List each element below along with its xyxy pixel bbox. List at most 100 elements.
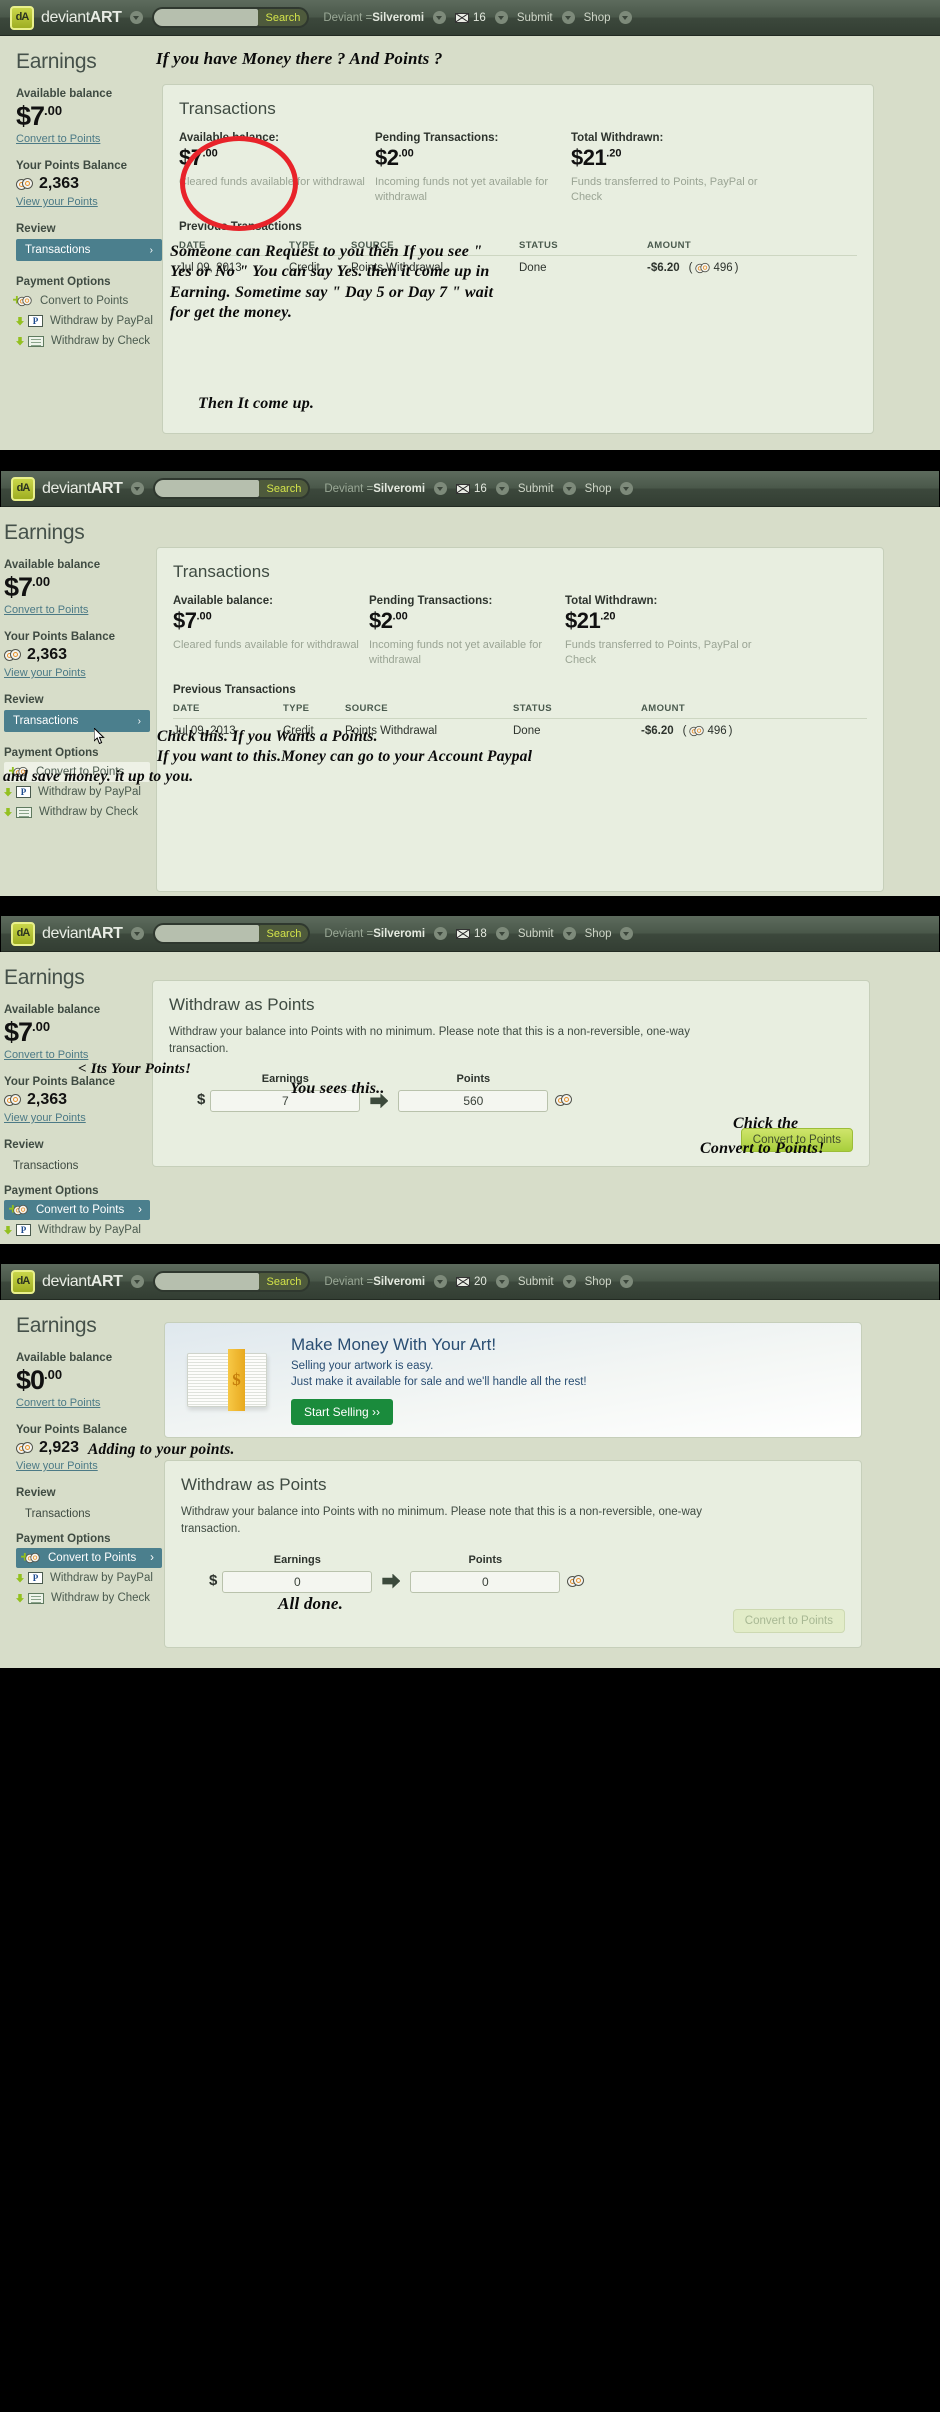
submit-link[interactable]: Submit (518, 483, 554, 495)
user-dropdown-icon[interactable] (434, 482, 448, 495)
user-dropdown-icon[interactable] (434, 1275, 448, 1288)
deviant-user-label[interactable]: Deviant = Silveromi (324, 928, 425, 940)
mail-icon[interactable] (455, 12, 470, 23)
submit-dropdown-icon[interactable] (562, 927, 576, 940)
site-wordmark[interactable]: deviantART (41, 9, 122, 27)
messages-dropdown-icon[interactable] (495, 1275, 509, 1288)
shop-link[interactable]: Shop (585, 928, 612, 940)
shop-dropdown-icon[interactable] (620, 927, 634, 940)
earnings-input[interactable] (222, 1570, 373, 1593)
mail-icon[interactable] (456, 1276, 471, 1287)
mail-icon[interactable] (456, 483, 471, 494)
points-input[interactable] (398, 1090, 549, 1113)
shop-dropdown-icon[interactable] (620, 1275, 634, 1288)
search-input[interactable] (154, 9, 259, 26)
mail-icon[interactable] (456, 928, 471, 939)
shop-dropdown-icon[interactable] (620, 482, 634, 495)
view-your-points-link[interactable]: View your Points (16, 1460, 162, 1472)
logo-glyph: dA (16, 482, 31, 494)
points-input[interactable] (410, 1570, 561, 1593)
sidebar-item-transactions[interactable]: Transactions (4, 1155, 162, 1177)
logo-dropdown-icon[interactable] (131, 927, 145, 940)
view-your-points-link[interactable]: View your Points (16, 196, 162, 208)
deviant-user-label[interactable]: Deviant = Silveromi (324, 1276, 425, 1288)
deviant-user-label[interactable]: Deviant = Silveromi (324, 483, 425, 495)
sidebar-item-paypal-label: Withdraw by PayPal (50, 315, 153, 327)
submit-link[interactable]: Submit (517, 12, 553, 24)
mouse-cursor (94, 728, 105, 745)
sidebar-item-withdraw-paypal[interactable]: P Withdraw by PayPal (4, 1220, 162, 1240)
download-arrow-icon-2 (16, 336, 24, 346)
deviantart-logo-icon[interactable]: dA (10, 5, 34, 30)
main-content-2: Transactions Available balance: $7.00 Cl… (156, 507, 940, 896)
deviantart-logo-icon[interactable]: dA (11, 476, 35, 501)
search-button[interactable]: Search (258, 9, 308, 26)
convert-to-points-button[interactable]: Convert to Points (732, 1608, 845, 1633)
submit-link[interactable]: Submit (518, 1276, 554, 1288)
column-status: STATUS (513, 702, 641, 719)
start-selling-button[interactable]: Start Selling ›› (291, 1399, 394, 1426)
column-status: STATUS (519, 239, 647, 256)
view-your-points-link[interactable]: View your Points (4, 667, 162, 679)
sidebar-item-transactions[interactable]: Transactions › (4, 710, 150, 732)
convert-to-points-link[interactable]: Convert to Points (16, 133, 162, 145)
stat-label: Available balance: (173, 595, 273, 607)
submit-dropdown-icon[interactable] (562, 482, 576, 495)
points-label: Points (468, 1553, 503, 1566)
sidebar-gap-1 (16, 1409, 162, 1424)
shop-link[interactable]: Shop (584, 12, 611, 24)
sidebar-item-withdraw-paypal[interactable]: P Withdraw by PayPal (16, 311, 162, 331)
search-button[interactable]: Search (259, 480, 309, 497)
logo-dropdown-icon[interactable] (130, 11, 144, 24)
deviantart-logo-icon[interactable]: dA (11, 1269, 35, 1294)
deviantart-logo-icon[interactable]: dA (11, 921, 35, 946)
sidebar-item-transactions[interactable]: Transactions (16, 1503, 162, 1525)
sidebar-item-transactions[interactable]: Transactions › (16, 239, 162, 261)
sidebar-item-convert-to-points[interactable]: Convert to Points (16, 291, 162, 311)
submit-dropdown-icon[interactable] (561, 11, 575, 24)
site-wordmark[interactable]: deviantART (42, 1273, 123, 1291)
annotation-p3-points: < Its Your Points! (78, 1061, 192, 1077)
search-input[interactable] (155, 1273, 260, 1290)
column-date: DATE (173, 702, 283, 719)
submit-link[interactable]: Submit (518, 928, 554, 940)
shop-dropdown-icon[interactable] (619, 11, 633, 24)
sidebar-item-withdraw-paypal[interactable]: P Withdraw by PayPal (16, 1568, 162, 1588)
sidebar-item-withdraw-check[interactable]: Withdraw by Check (16, 1588, 162, 1608)
messages-dropdown-icon[interactable] (495, 927, 509, 940)
site-wordmark[interactable]: deviantART (42, 480, 123, 498)
view-your-points-link[interactable]: View your Points (4, 1112, 162, 1124)
submit-dropdown-icon[interactable] (562, 1275, 576, 1288)
sidebar-item-withdraw-check[interactable]: Withdraw by Check (4, 802, 162, 822)
chevron-right-icon: › (137, 715, 141, 727)
points-icon (567, 1574, 585, 1587)
messages-dropdown-icon[interactable] (494, 11, 508, 24)
search-button[interactable]: Search (259, 925, 309, 942)
sidebar-item-withdraw-check[interactable]: Withdraw by Check (16, 331, 162, 351)
sidebar-gap-3 (4, 1177, 162, 1185)
points-icon (555, 1094, 573, 1107)
sidebar-item-convert-to-points[interactable]: Convert to Points › (4, 1200, 150, 1220)
site-wordmark[interactable]: deviantART (42, 925, 123, 943)
available-balance-value: $7.00 (4, 574, 162, 601)
convert-to-points-link[interactable]: Convert to Points (16, 1397, 162, 1409)
messages-dropdown-icon[interactable] (495, 482, 509, 495)
search-container: Search (153, 923, 311, 944)
search-button[interactable]: Search (259, 1273, 309, 1290)
user-dropdown-icon[interactable] (433, 11, 447, 24)
deviant-user-label[interactable]: Deviant = Silveromi (323, 12, 424, 24)
amount-value: -$6.20 (647, 261, 680, 274)
logo-dropdown-icon[interactable] (131, 482, 145, 495)
review-label: Review (16, 223, 56, 235)
stat-note: Incoming funds not yet available for wit… (375, 176, 549, 203)
shop-link[interactable]: Shop (585, 1276, 612, 1288)
search-input[interactable] (155, 480, 260, 497)
logo-dropdown-icon[interactable] (131, 1275, 145, 1288)
amount-points: (496) (682, 724, 733, 737)
user-dropdown-icon[interactable] (434, 927, 448, 940)
sidebar-item-convert-to-points[interactable]: Convert to Points › (16, 1548, 162, 1568)
convert-to-points-link[interactable]: Convert to Points (4, 604, 162, 616)
search-input[interactable] (155, 925, 260, 942)
shop-link[interactable]: Shop (585, 483, 612, 495)
points-field-group: Points (398, 1073, 549, 1113)
